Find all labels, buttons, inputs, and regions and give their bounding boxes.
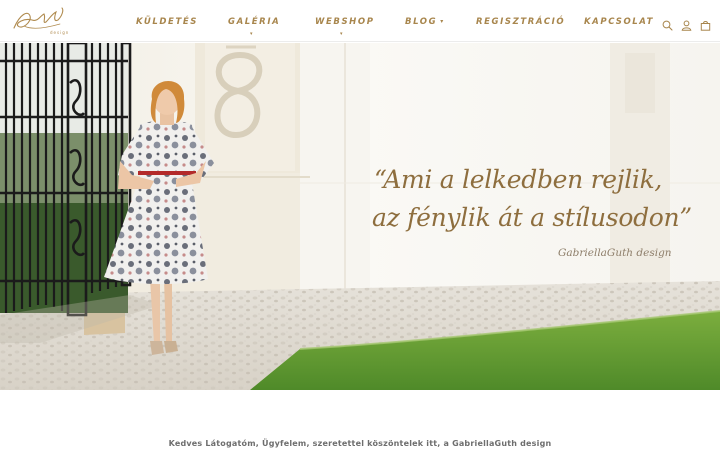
hero-quote-line1: “Ami a lelkedben rejlik,: [374, 165, 663, 194]
nav-item-regisztracio[interactable]: REGISZTRÁCIÓ: [476, 17, 565, 27]
logo-tagline: design: [50, 30, 70, 35]
nav-item-webshop[interactable]: WEBSHOP: [315, 17, 375, 27]
user-icon[interactable]: [681, 16, 692, 31]
nav-item-kapcsolat[interactable]: KAPCSOLAT: [584, 17, 654, 27]
search-icon[interactable]: [662, 16, 673, 31]
hero-banner: “Ami a lelkedben rejlik, az fénylik át a…: [0, 43, 720, 390]
brand-logo[interactable]: design: [10, 4, 68, 36]
hero-quote-line2: az fénylik át a stílusodon”: [372, 203, 692, 232]
welcome-text: Kedves Látogatóm, Ügyfelem, szeretettel …: [168, 439, 552, 448]
webshop-chevron-down-icon: ▾: [340, 31, 343, 37]
nav-item-kuldetes[interactable]: KÜLDETÉS: [136, 17, 198, 27]
nav-item-galeria[interactable]: GALÉRIA: [228, 17, 280, 27]
blog-chevron-down-icon: ▾: [440, 18, 445, 25]
nav-item-blog[interactable]: BLOG ▾: [405, 17, 445, 27]
nav-item-blog-label: BLOG: [405, 17, 438, 27]
site-header: design KÜLDETÉS GALÉRIA ▾ WEBSHOP ▾ BLOG…: [0, 0, 720, 42]
galeria-chevron-down-icon: ▾: [250, 31, 253, 37]
hero-signature: GabriellaGuth design: [558, 247, 672, 259]
cart-icon[interactable]: [700, 16, 711, 31]
hero-quote: “Ami a lelkedben rejlik, az fénylik át a…: [372, 161, 702, 237]
